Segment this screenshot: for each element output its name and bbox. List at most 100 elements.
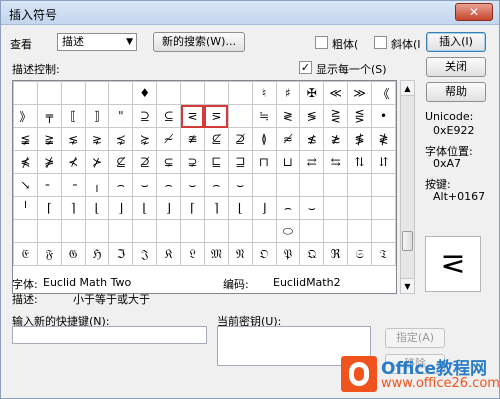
symbol-cell[interactable]: ⊋ (180, 150, 205, 174)
symbol-cell[interactable] (347, 173, 372, 197)
symbol-cell[interactable]: ⊊ (156, 150, 182, 174)
symbol-cell[interactable]: ⊒ (227, 150, 253, 174)
symbol-cell[interactable] (156, 219, 182, 243)
symbol-cell[interactable]: ⊀ (60, 150, 86, 174)
symbol-cell[interactable] (36, 81, 62, 105)
symbol-cell[interactable] (132, 219, 158, 243)
symbol-cell[interactable]: ≒ (251, 104, 277, 128)
symbol-cell[interactable]: ⌣ (132, 173, 158, 197)
symbol-cell[interactable] (13, 219, 38, 243)
symbol-cell[interactable]: ⋦ (60, 127, 86, 151)
symbol-cell[interactable]: ⊉ (227, 127, 253, 151)
symbol-cell[interactable]: ╤ (36, 104, 62, 128)
symbol-cell[interactable] (275, 173, 301, 197)
symbol-cell[interactable]: ⌋ (108, 196, 134, 220)
symbol-cell[interactable]: ♯ (275, 81, 301, 105)
symbol-cell[interactable]: ⌋ (251, 196, 277, 220)
close-icon[interactable]: ✕ (455, 3, 493, 21)
symbol-cell[interactable] (371, 196, 396, 220)
symbol-cell[interactable]: ╴ (36, 173, 62, 197)
symbol-cell[interactable]: ⋡ (36, 150, 62, 174)
symbol-cell[interactable]: ⊑ (203, 150, 229, 174)
symbol-cell[interactable]: ⊉ (132, 150, 158, 174)
symbol-cell[interactable]: ⬭ (275, 219, 301, 243)
symbol-cell[interactable]: ≵ (323, 127, 349, 151)
symbol-cell[interactable]: ╶ (60, 173, 86, 197)
symbol-cell[interactable]: ⌉ (203, 196, 229, 220)
symbol-cell[interactable] (60, 81, 86, 105)
symbol-cell[interactable] (323, 196, 349, 220)
symbol-cell[interactable]: 𝔔 (299, 242, 325, 266)
symbol-cell[interactable]: ⋧ (84, 127, 110, 151)
symbol-cell[interactable]: ≴ (299, 127, 325, 151)
symbol-cell[interactable] (251, 173, 277, 197)
symbol-cell[interactable]: ⌊ (132, 196, 158, 220)
symbol-cell[interactable]: ⌢ (156, 173, 182, 197)
symbol-cell[interactable]: ℜ (323, 242, 349, 266)
insert-button[interactable]: 插入(I) (426, 32, 486, 52)
symbol-cell[interactable] (156, 81, 182, 105)
symbol-cell[interactable]: 𝔉 (36, 242, 62, 266)
symbol-cell[interactable]: ╵ (13, 196, 38, 220)
symbol-cell[interactable] (299, 219, 325, 243)
symbol-cell[interactable] (108, 81, 134, 105)
symbol-cell[interactable]: ≩ (36, 127, 62, 151)
symbol-cell[interactable]: 𝔗 (371, 242, 396, 266)
symbol-cell[interactable]: ⋨ (108, 127, 134, 151)
symbol-cell[interactable]: ⌉ (60, 196, 86, 220)
symbol-cell[interactable]: ⇆ (323, 150, 349, 174)
symbol-cell[interactable] (84, 81, 110, 105)
symbol-cell[interactable]: 𝔏 (180, 242, 205, 266)
symbol-cell[interactable]: 𝔐 (203, 242, 229, 266)
symbol-cell[interactable]: 𝔒 (251, 242, 277, 266)
symbol-cell[interactable]: ⊇ (132, 104, 158, 128)
scroll-down-icon[interactable]: ▼ (401, 278, 414, 293)
symbol-cell[interactable] (227, 81, 253, 105)
symbol-cell[interactable] (371, 219, 396, 243)
symbol-cell[interactable]: ✠ (299, 81, 325, 105)
symbol-cell[interactable]: ⇅ (347, 150, 372, 174)
symbol-cell[interactable]: ♮ (251, 81, 277, 105)
symbol-cell[interactable]: ≇ (180, 127, 205, 151)
symbol-cell[interactable]: ≷ (275, 104, 301, 128)
symbol-cell[interactable] (347, 196, 372, 220)
symbol-cell[interactable] (180, 219, 205, 243)
symbol-cell[interactable]: 𝔍 (132, 242, 158, 266)
symbol-cell[interactable]: ⌈ (180, 196, 205, 220)
close-button[interactable]: 关闭 (426, 57, 486, 77)
symbol-table[interactable]: ♦ ♮ ♯ ✠ ≪ ≫ 《》 ╤ ⟦ ⟧ " ⊇ ⊆ ⋜ ⋝ ≒ ≷ ≶ ⋛ ⋚ • ≨ ≩ ⋦ ⋧ ⋨ ⋩ ≁ ≇ ⊈ ⊉ ≬ ≉ ≴ ≵ ≸ ≹ ⋠ ⋡… (13, 81, 396, 266)
symbol-cell[interactable]: ⌈ (36, 196, 62, 220)
symbol-cell[interactable]: ⌢ (108, 173, 134, 197)
symbol-cell[interactable]: ⋠ (13, 150, 38, 174)
symbol-cell[interactable]: ⌣ (180, 173, 205, 197)
symbol-cell[interactable] (323, 173, 349, 197)
symbol-cell[interactable]: ⋚ (347, 104, 372, 128)
symbol-cell[interactable]: 𝔊 (60, 242, 86, 266)
symbol-cell[interactable]: ⊆ (156, 104, 182, 128)
grid-scrollbar[interactable]: ▲ ▼ (400, 80, 415, 294)
symbol-cell[interactable]: ⊁ (84, 150, 110, 174)
symbol-cell[interactable] (227, 219, 253, 243)
symbol-cell[interactable]: ⊔ (275, 150, 301, 174)
symbol-cell[interactable]: ≫ (347, 81, 372, 105)
symbol-cell[interactable]: ⋜ (180, 104, 205, 128)
symbol-cell[interactable]: ⌢ (203, 173, 229, 197)
symbol-grid[interactable]: ♦ ♮ ♯ ✠ ≪ ≫ 《》 ╤ ⟦ ⟧ " ⊇ ⊆ ⋜ ⋝ ≒ ≷ ≶ ⋛ ⋚ • ≨ ≩ ⋦ ⋧ ⋨ ⋩ ≁ ≇ ⊈ ⊉ ≬ ≉ ≴ ≵ ≸ ≹ ⋠ ⋡… (12, 80, 397, 294)
new-search-button[interactable]: 新的搜索(W)... (153, 32, 245, 52)
symbol-cell[interactable]: 𝔖 (347, 242, 372, 266)
symbol-cell[interactable]: ⊈ (108, 150, 134, 174)
symbol-cell[interactable]: ⌊ (84, 196, 110, 220)
symbol-cell[interactable] (203, 219, 229, 243)
bold-checkbox[interactable] (315, 36, 328, 49)
assign-button[interactable]: 指定(A) (385, 328, 445, 348)
symbol-cell[interactable]: " (108, 104, 134, 128)
scroll-up-icon[interactable]: ▲ (401, 81, 414, 96)
symbol-cell[interactable] (299, 173, 325, 197)
symbol-cell[interactable] (251, 219, 277, 243)
symbol-cell[interactable]: ⋩ (132, 127, 158, 151)
symbol-cell[interactable]: ⌢ (275, 196, 301, 220)
new-shortcut-input[interactable] (12, 326, 207, 344)
symbol-cell[interactable]: ≪ (323, 81, 349, 105)
symbol-cell[interactable] (323, 219, 349, 243)
symbol-cell[interactable] (36, 219, 62, 243)
